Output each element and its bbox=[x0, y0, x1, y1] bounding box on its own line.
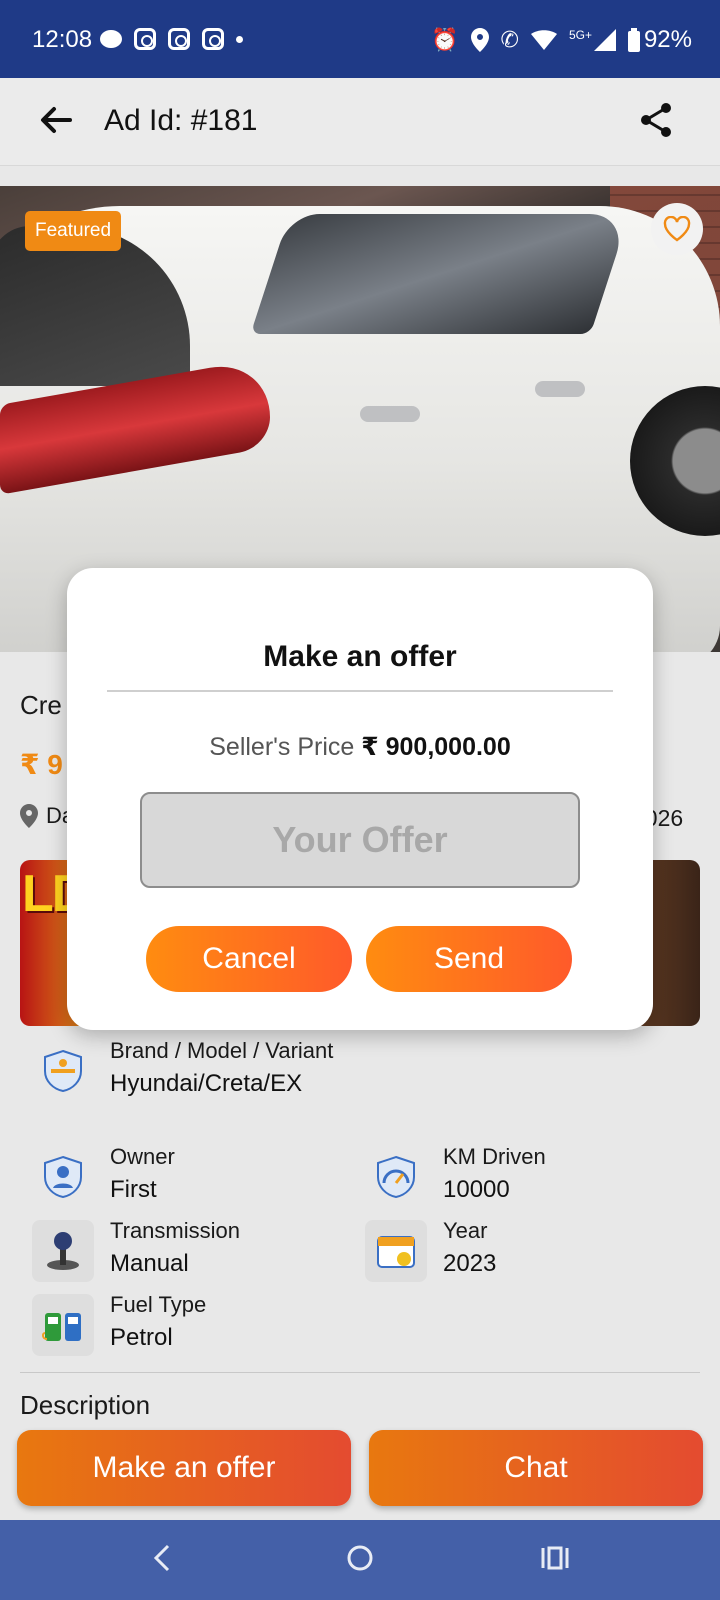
listing-location: Da bbox=[20, 803, 74, 829]
status-bar: 12:08 ⏰ ✆ 5G+ 92% bbox=[0, 0, 720, 78]
offer-input[interactable] bbox=[140, 792, 580, 888]
dialog-title: Make an offer bbox=[263, 640, 457, 673]
cancel-button[interactable]: Cancel bbox=[146, 926, 352, 992]
car-side-window bbox=[250, 214, 630, 334]
alarm-icon: ⏰ bbox=[431, 27, 459, 52]
battery-percent: 92% bbox=[643, 26, 692, 53]
spec-label: KM Driven bbox=[443, 1144, 546, 1169]
send-button[interactable]: Send bbox=[366, 926, 572, 992]
share-icon[interactable] bbox=[636, 100, 676, 140]
car-door-handle bbox=[535, 381, 585, 397]
dialog-divider bbox=[107, 690, 613, 692]
spec-value: Petrol bbox=[110, 1324, 173, 1351]
spec-value: Hyundai/Creta/EX bbox=[110, 1070, 303, 1097]
system-nav-bar bbox=[0, 1520, 720, 1600]
notification-icons bbox=[100, 28, 243, 50]
spec-value: First bbox=[110, 1176, 157, 1203]
speedometer-icon bbox=[365, 1146, 427, 1208]
make-offer-dialog: Make an offer Seller's Price ₹ 900,000.0… bbox=[67, 568, 653, 1030]
spec-value: Manual bbox=[110, 1250, 189, 1277]
spec-label: Year bbox=[443, 1218, 488, 1243]
listing-title: Cre bbox=[20, 690, 62, 720]
seller-price-label: Seller's Price bbox=[209, 733, 355, 761]
page-title: Ad Id: #181 bbox=[104, 104, 258, 137]
arrow-left-icon[interactable] bbox=[36, 100, 76, 140]
system-icons: ⏰ ✆ 5G+ 92% bbox=[431, 26, 692, 54]
fuel-pump-icon bbox=[32, 1294, 94, 1356]
app-bar: Ad Id: #181 bbox=[0, 78, 720, 166]
featured-badge: Featured bbox=[25, 211, 122, 251]
spec-value: 2023 bbox=[443, 1250, 497, 1277]
spec-value: 10000 bbox=[443, 1176, 510, 1203]
spec-label: Owner bbox=[110, 1144, 175, 1169]
message-icon bbox=[100, 30, 122, 48]
description-heading: Description bbox=[20, 1390, 151, 1420]
instagram-icon bbox=[202, 28, 224, 50]
spec-label: Fuel Type bbox=[110, 1292, 207, 1317]
spec-label: Transmission bbox=[110, 1218, 240, 1243]
dot-icon bbox=[236, 35, 243, 43]
location-pin-icon bbox=[20, 804, 38, 828]
car-door-handle bbox=[360, 406, 420, 422]
section-divider bbox=[20, 1372, 700, 1373]
listing-price: ₹ 9 bbox=[20, 749, 63, 780]
chat-button[interactable]: Chat bbox=[369, 1430, 703, 1506]
wifi-call-icon: ✆ bbox=[500, 27, 519, 52]
status-time: 12:08 bbox=[32, 26, 93, 53]
wifi-icon bbox=[530, 30, 557, 50]
network-type: 5G+ bbox=[568, 28, 592, 42]
nav-back-icon[interactable] bbox=[150, 1542, 174, 1574]
location-icon bbox=[470, 28, 489, 52]
make-offer-button[interactable]: Make an offer bbox=[17, 1430, 351, 1506]
nav-home-icon[interactable] bbox=[346, 1542, 374, 1574]
battery-icon bbox=[627, 28, 640, 52]
seller-price-row: Seller's Price ₹ 900,000.00 bbox=[67, 732, 653, 762]
instagram-icon bbox=[168, 28, 190, 50]
seller-price-value: ₹ 900,000.00 bbox=[361, 733, 511, 761]
nav-recents-icon[interactable] bbox=[540, 1542, 570, 1574]
heart-outline-icon bbox=[663, 216, 691, 242]
calendar-icon bbox=[365, 1220, 427, 1282]
brand-badge-icon bbox=[32, 1040, 94, 1102]
gear-stick-icon bbox=[32, 1220, 94, 1282]
instagram-icon bbox=[134, 28, 156, 50]
signal-icon bbox=[593, 29, 616, 51]
favorite-button[interactable] bbox=[651, 203, 703, 255]
spec-label: Brand / Model / Variant bbox=[110, 1038, 334, 1063]
owner-shield-icon bbox=[32, 1146, 94, 1208]
